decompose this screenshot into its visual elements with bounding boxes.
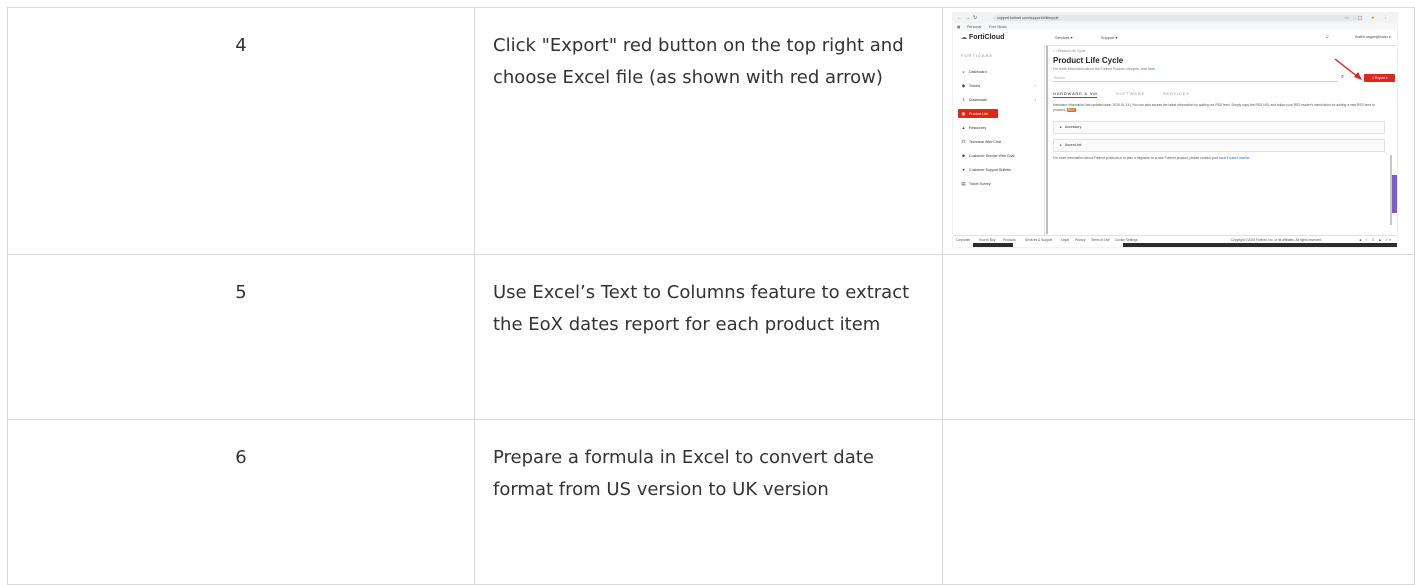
step-description: Click "Export" red button on the top rig…	[493, 35, 904, 88]
empty-cell	[942, 419, 1415, 585]
step-number-cell: 6	[7, 419, 475, 585]
step-number: 4	[235, 35, 247, 56]
step-description: Use Excel’s Text to Columns feature to e…	[493, 282, 910, 335]
empty-cell	[942, 254, 1415, 420]
step-number-cell: 5	[7, 254, 475, 420]
step-screenshot-cell: ← → ↻ support.fortinet.com/support/#/lif…	[942, 7, 1415, 255]
step-description-cell: Prepare a formula in Excel to convert da…	[474, 419, 943, 585]
step-description-cell: Use Excel’s Text to Columns feature to e…	[474, 254, 943, 420]
steps-table: 4 Click "Export" red button on the top r…	[7, 7, 1415, 585]
step-description-cell: Click "Export" red button on the top rig…	[474, 7, 943, 255]
red-arrow-annotation	[1334, 58, 1362, 80]
export-screenshot: ← → ↻ support.fortinet.com/support/#/lif…	[953, 13, 1397, 247]
step-description: Prepare a formula in Excel to convert da…	[493, 447, 874, 500]
arrow-line	[1334, 58, 1359, 78]
table-row: 6 Prepare a formula in Excel to convert …	[7, 419, 1415, 585]
step-number: 5	[235, 282, 247, 303]
step-number-cell: 4	[7, 7, 475, 255]
table-row: 5 Use Excel’s Text to Columns feature to…	[7, 254, 1415, 420]
arrow-head	[1354, 72, 1362, 80]
step-number: 6	[235, 447, 247, 468]
table-row: 4 Click "Export" red button on the top r…	[7, 7, 1415, 255]
